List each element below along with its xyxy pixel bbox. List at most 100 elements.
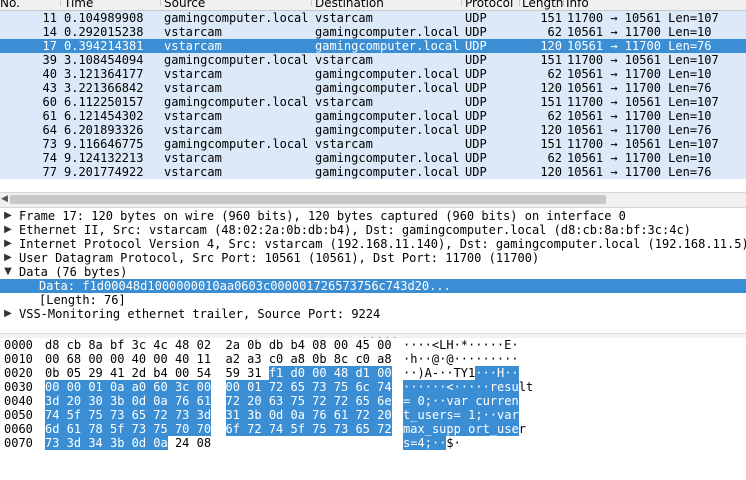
hex-byte[interactable]: 72 xyxy=(377,422,392,436)
collapsed-triangle-icon[interactable]: ▶ xyxy=(3,223,13,237)
packet-row[interactable]: 73 9.116646775 gamingcomputer.local vstarca… xyxy=(0,137,746,151)
hex-byte[interactable]: 00 xyxy=(153,352,167,366)
packet-list[interactable]: No. Time Source Destination Protocol Len… xyxy=(0,0,746,190)
hex-byte[interactable]: 75 xyxy=(333,380,349,394)
hex-byte[interactable]: 73 xyxy=(109,408,125,422)
hex-byte[interactable]: 3d xyxy=(66,436,82,450)
hex-byte[interactable]: 0d xyxy=(131,436,147,450)
hex-byte[interactable]: 74 xyxy=(268,422,284,436)
hex-byte[interactable]: 72 xyxy=(355,408,370,422)
hex-byte[interactable]: 3d xyxy=(196,408,212,422)
hex-byte[interactable]: 11 xyxy=(197,352,211,366)
hex-byte[interactable]: 3c xyxy=(132,338,146,352)
hex-byte[interactable]: 65 xyxy=(355,394,370,408)
packet-row[interactable]: 11 0.104989908 gamingcomputer.local vstarca… xyxy=(0,11,746,25)
hex-byte[interactable]: 6d xyxy=(45,422,60,436)
hex-byte[interactable]: 63 xyxy=(268,394,284,408)
hex-byte[interactable]: 5f xyxy=(290,422,305,436)
hex-byte[interactable]: b4 xyxy=(153,366,167,380)
hex-byte[interactable]: d8 xyxy=(45,338,59,352)
hex-byte[interactable]: 41 xyxy=(110,366,124,380)
hex-byte[interactable]: 0a xyxy=(153,436,168,450)
packet-row[interactable]: 61 6.121454302 vstarcam gamingcomputer.loca… xyxy=(0,109,746,123)
hex-byte[interactable]: 00 xyxy=(334,338,348,352)
detail-tree-item[interactable]: ▼ Data (76 bytes) xyxy=(0,265,746,279)
hex-byte[interactable]: 05 xyxy=(67,366,81,380)
hex-byte[interactable]: a2 xyxy=(226,352,240,366)
hex-ascii[interactable]: ··)A-··TY1···H·· xyxy=(403,366,519,380)
hex-byte[interactable]: 00 xyxy=(196,380,212,394)
hex-byte[interactable]: 00 xyxy=(377,338,391,352)
packet-list-horizontal-scrollbar[interactable]: ◀ xyxy=(0,192,746,208)
hex-byte[interactable]: 3d xyxy=(45,394,60,408)
hex-byte[interactable]: 02 xyxy=(197,338,211,352)
hex-byte[interactable]: 54 xyxy=(197,366,211,380)
hex-byte[interactable]: 72 xyxy=(247,422,262,436)
hex-byte[interactable]: 76 xyxy=(312,408,327,422)
scroll-left-icon[interactable]: ◀ xyxy=(1,194,8,204)
detail-tree-item[interactable]: ▶ Internet Protocol Version 4, Src: vstar… xyxy=(0,237,746,251)
hex-byte[interactable]: d0 xyxy=(290,366,305,380)
hex-byte[interactable]: 0b xyxy=(45,366,59,380)
hex-ascii[interactable]: = 0;··var curren xyxy=(403,394,519,408)
hex-byte[interactable]: 34 xyxy=(88,436,103,450)
packet-bytes-pane[interactable]: 0000 d8 cb 8a bf 3c 4c 48 02 2a 0b db b4 08 00 45 00 ····… xyxy=(0,338,746,480)
hex-byte[interactable]: 0a xyxy=(109,380,125,394)
hex-byte[interactable]: 2a xyxy=(226,338,240,352)
hex-byte[interactable]: 20 xyxy=(66,394,82,408)
hex-byte[interactable]: 3b xyxy=(109,394,125,408)
hex-byte[interactable]: 8a xyxy=(88,338,102,352)
hex-byte[interactable]: 01 xyxy=(88,380,103,394)
packet-row[interactable]: 14 0.292015238 vstarcam gamingcomputer.loca… xyxy=(0,25,746,39)
hex-byte[interactable]: 59 xyxy=(226,366,240,380)
hex-byte[interactable]: 65 xyxy=(131,408,147,422)
hex-byte[interactable]: 0d xyxy=(131,394,147,408)
packet-row[interactable]: 17 0.394214381 vstarcam gamingcomputer.loca… xyxy=(0,39,746,53)
collapsed-triangle-icon[interactable]: ▶ xyxy=(3,307,13,321)
hex-byte[interactable]: 48 xyxy=(175,338,189,352)
detail-tree-item[interactable]: ▶ Ethernet II, Src: vstarcam (48:02:2a:0b… xyxy=(0,223,746,237)
hex-byte[interactable]: 08 xyxy=(197,436,211,450)
hex-byte[interactable]: 00 xyxy=(45,352,59,366)
column-header-info[interactable]: Info xyxy=(566,0,589,10)
hex-byte[interactable]: 00 xyxy=(88,352,102,366)
scrollbar-thumb[interactable] xyxy=(10,195,606,204)
hex-byte[interactable]: f1 xyxy=(268,366,284,380)
hex-byte[interactable]: 70 xyxy=(196,422,212,436)
hex-byte[interactable]: 68 xyxy=(67,352,81,366)
detail-tree-item[interactable]: ▶ User Datagram Protocol, Src Port: 10561… xyxy=(0,251,746,265)
hex-byte[interactable]: 61 xyxy=(66,422,82,436)
hex-ascii[interactable]: ····<LH·*·····E· xyxy=(403,338,519,352)
hex-byte[interactable]: 73 xyxy=(131,422,147,436)
hex-ascii[interactable]: t_users= 1;··var xyxy=(403,408,526,422)
hex-byte[interactable]: 00 xyxy=(312,366,327,380)
hex-byte[interactable]: 3b xyxy=(247,408,262,422)
expanded-triangle-icon[interactable]: ▼ xyxy=(3,265,13,279)
hex-ascii[interactable]: ·h··@·@········· xyxy=(403,352,519,366)
hex-byte[interactable]: 8c xyxy=(334,352,348,366)
hex-byte[interactable]: 5f xyxy=(109,422,125,436)
column-header-destination[interactable]: Destination xyxy=(315,0,384,10)
hex-byte[interactable]: 72 xyxy=(153,408,168,422)
packet-row[interactable]: 64 6.201893326 vstarcam gamingcomputer.loca… xyxy=(0,123,746,137)
hex-ascii[interactable]: max_supp ort_user xyxy=(403,422,526,436)
packet-row[interactable]: 77 9.201774922 vstarcam gamingcomputer.loca… xyxy=(0,165,746,179)
hex-byte[interactable]: bf xyxy=(110,338,124,352)
column-header-protocol[interactable]: Protocol xyxy=(465,0,513,10)
hex-byte[interactable]: 40 xyxy=(175,352,189,366)
hex-byte[interactable]: a8 xyxy=(377,352,391,366)
hex-byte[interactable]: c0 xyxy=(355,352,369,366)
packet-row[interactable]: 60 6.112250157 gamingcomputer.local vstarca… xyxy=(0,95,746,109)
detail-tree-item[interactable]: Data: f1d00048d1000000010aa0603c00000172… xyxy=(0,279,746,293)
hex-byte[interactable]: 2d xyxy=(132,366,146,380)
collapsed-triangle-icon[interactable]: ▶ xyxy=(3,251,13,265)
hex-byte[interactable]: 60 xyxy=(153,380,168,394)
hex-byte[interactable]: 6f xyxy=(225,422,240,436)
hex-byte[interactable]: 75 xyxy=(88,408,103,422)
hex-byte[interactable]: 6e xyxy=(377,394,392,408)
hex-byte[interactable]: a3 xyxy=(247,352,261,366)
hex-ascii[interactable]: s=4;··$· xyxy=(403,436,461,450)
hex-byte[interactable]: a0 xyxy=(131,380,147,394)
hex-byte[interactable]: 01 xyxy=(247,380,262,394)
hex-byte[interactable]: 75 xyxy=(290,394,305,408)
